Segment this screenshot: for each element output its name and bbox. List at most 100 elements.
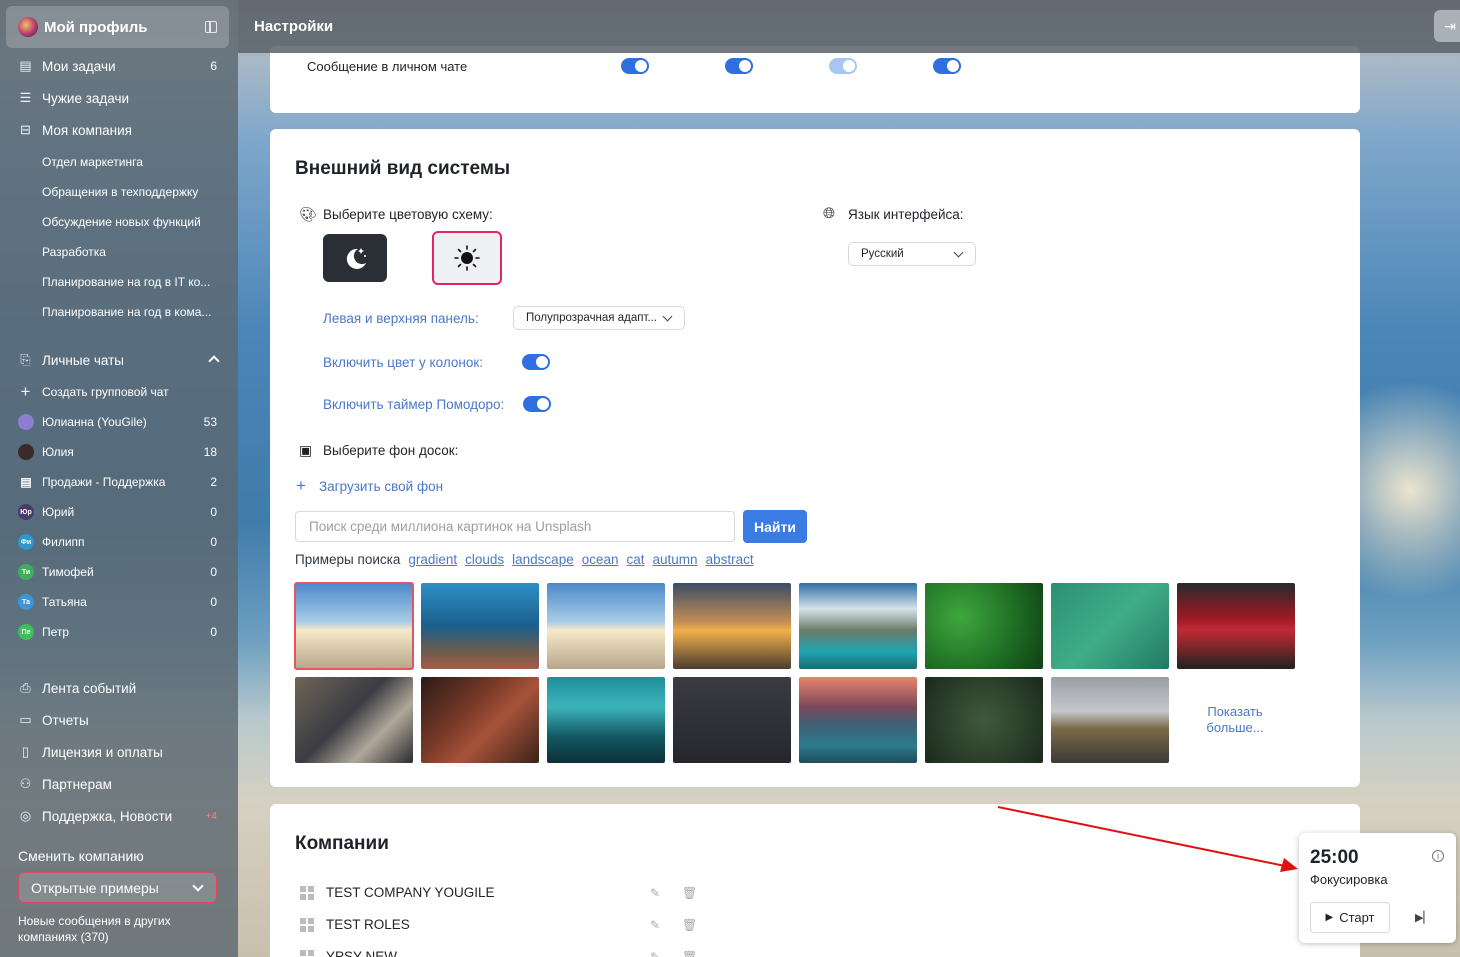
trash-icon[interactable]: 🗑︎ (682, 886, 697, 900)
chat-name: Юлия (42, 445, 74, 459)
chat-item[interactable]: Та Татьяна 0 (0, 594, 238, 610)
chat-name: Юрий (42, 505, 75, 519)
skip-icon[interactable]: ▶▏ (1415, 911, 1432, 924)
background-thumbnail[interactable] (799, 583, 917, 669)
chat-name: Тимофей (42, 565, 94, 579)
notify-toggle[interactable] (829, 58, 857, 74)
chevron-up-icon[interactable] (208, 355, 220, 367)
chats-section-header[interactable]: ⎘ Личные чаты (0, 352, 238, 368)
other-companies-messages[interactable]: Новые сообщения в других компаниях (370) (18, 913, 218, 945)
dark-theme-button[interactable] (323, 234, 387, 282)
trash-icon[interactable]: 🗑︎ (682, 950, 697, 957)
sidebar-item-label: Лента событий (42, 680, 137, 696)
example-link[interactable]: ocean (582, 552, 619, 567)
logout-icon[interactable]: ⇥ (1434, 10, 1460, 42)
chats-header-label: Личные чаты (42, 352, 124, 368)
create-group-chat-button[interactable]: + Создать групповой чат (0, 382, 238, 401)
chat-item[interactable]: Юр Юрий 0 (0, 504, 238, 520)
sidebar-item-license[interactable]: ▯ Лицензия и оплаты (0, 744, 238, 760)
background-thumbnail[interactable] (1051, 677, 1169, 763)
collapse-sidebar-icon[interactable] (205, 21, 217, 33)
trash-icon[interactable]: 🗑︎ (682, 918, 697, 932)
company-row[interactable]: TEST ROLES (300, 917, 410, 932)
example-link[interactable]: abstract (706, 552, 754, 567)
example-link[interactable]: cat (627, 552, 645, 567)
background-thumbnail[interactable] (421, 583, 539, 669)
sidebar-project[interactable]: Обращения в техподдержку (0, 184, 238, 200)
tasks-icon: ▤ (19, 58, 32, 73)
companies-card: Компании TEST COMPANY YOUGILE ✎ 🗑︎ TEST … (270, 804, 1360, 957)
chat-item[interactable]: ▤ Продажи - Поддержка 2 (0, 474, 238, 490)
show-more-link[interactable]: Показать больше... (1205, 704, 1265, 736)
column-color-toggle[interactable] (522, 354, 550, 370)
start-button[interactable]: ▶ Старт (1310, 902, 1390, 933)
background-thumbnail[interactable] (1051, 583, 1169, 669)
chat-item[interactable]: Фи Филипп 0 (0, 534, 238, 550)
sidebar-item-my-company[interactable]: ⊟ Моя компания (0, 122, 238, 138)
background-thumbnail[interactable] (295, 677, 413, 763)
notify-toggle[interactable] (725, 58, 753, 74)
background-thumbnail[interactable] (547, 677, 665, 763)
news-badge: +4 (205, 810, 217, 822)
info-icon[interactable]: i (1432, 850, 1444, 862)
company-row[interactable]: YPSY NEW (300, 949, 397, 957)
sidebar-project[interactable]: Разработка (0, 244, 238, 260)
appearance-card: Внешний вид системы 🎨︎ Выберите цветовую… (270, 129, 1360, 787)
profile-button[interactable]: Мой профиль (6, 6, 229, 48)
project-label: Отдел маркетинга (42, 155, 143, 169)
unread-count: 0 (210, 505, 217, 519)
background-thumbnail[interactable] (421, 677, 539, 763)
sidebar-project[interactable]: Планирование на год в кома... (0, 304, 238, 320)
example-link[interactable]: clouds (465, 552, 504, 567)
example-link[interactable]: autumn (653, 552, 698, 567)
sidebar-item-support[interactable]: ◎ Поддержка, Новости +4 (0, 808, 238, 824)
upload-background-link[interactable]: Загрузить свой фон (319, 479, 443, 494)
chat-icon: ⎘ (20, 352, 31, 367)
chat-item[interactable]: Ти Тимофей 0 (0, 564, 238, 580)
pomodoro-label: Включить таймер Помодоро: (323, 397, 505, 412)
pomodoro-timer: 25:00 Фокусировка i ▶ Старт ▶▏ (1299, 833, 1456, 943)
company-row[interactable]: TEST COMPANY YOUGILE (300, 885, 495, 900)
sidebar-item-partners[interactable]: ⚇ Партнерам (0, 776, 238, 792)
sidebar-project[interactable]: Планирование на год в IT ко... (0, 274, 238, 290)
examples-label: Примеры поиска (295, 552, 401, 567)
sidebar-project[interactable]: Обсуждение новых функций (0, 214, 238, 230)
sidebar-project[interactable]: Отдел маркетинга (0, 154, 238, 170)
unread-count: 18 (203, 445, 217, 459)
edit-icon[interactable]: ✎ (650, 918, 660, 932)
receipt-icon: ▯ (21, 744, 30, 759)
unsplash-search-input[interactable]: Поиск среди миллиона картинок на Unsplas… (295, 511, 735, 542)
chat-item[interactable]: Юлия 18 (0, 444, 238, 460)
play-icon: ▶ (1325, 912, 1334, 923)
monitor-icon: ▭ (19, 712, 32, 727)
background-thumbnail[interactable] (673, 583, 791, 669)
background-thumbnail[interactable] (799, 677, 917, 763)
light-theme-button[interactable] (432, 231, 502, 285)
background-thumbnail[interactable] (673, 677, 791, 763)
chat-item[interactable]: Пе Петр 0 (0, 624, 238, 640)
find-button[interactable]: Найти (743, 510, 807, 543)
panel-style-select[interactable]: Полупрозрачная адапт... (513, 306, 685, 330)
sidebar-item-my-tasks[interactable]: ▤ Мои задачи 6 (0, 58, 238, 74)
background-thumbnail[interactable] (547, 583, 665, 669)
background-thumbnail[interactable] (1177, 583, 1295, 669)
edit-icon[interactable]: ✎ (650, 886, 660, 900)
change-company-title: Сменить компанию (18, 848, 144, 864)
pomodoro-toggle[interactable] (523, 396, 551, 412)
chat-item[interactable]: Юлианна (YouGile) 53 (0, 414, 238, 430)
company-select[interactable]: Открытые примеры (18, 872, 217, 903)
background-thumbnail[interactable] (925, 677, 1043, 763)
sidebar-item-reports[interactable]: ▭ Отчеты (0, 712, 238, 728)
notify-toggle[interactable] (933, 58, 961, 74)
background-thumbnail[interactable] (294, 582, 414, 670)
language-select[interactable]: Русский (848, 242, 976, 266)
example-link[interactable]: gradient (408, 552, 457, 567)
notify-toggle[interactable] (621, 58, 649, 74)
sidebar-item-others-tasks[interactable]: ☰ Чужие задачи (0, 90, 238, 106)
avatar (18, 414, 34, 430)
edit-icon[interactable]: ✎ (650, 950, 660, 957)
create-group-label: Создать групповой чат (42, 385, 169, 399)
background-thumbnail[interactable] (925, 583, 1043, 669)
example-link[interactable]: landscape (512, 552, 574, 567)
sidebar-item-events[interactable]: ⎙ Лента событий (0, 680, 238, 696)
